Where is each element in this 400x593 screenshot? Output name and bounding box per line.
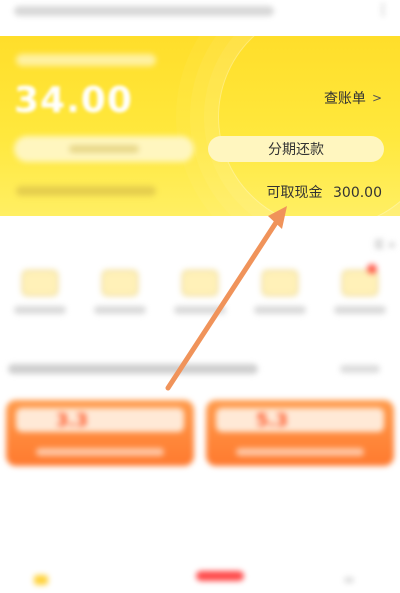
wallet-icon (22, 270, 58, 296)
view-bill-link[interactable]: 查账单 > (324, 88, 382, 108)
more-icon[interactable]: ⋮ (376, 2, 390, 18)
repay-button[interactable] (14, 136, 194, 162)
available-amount: 34.00 (14, 80, 133, 121)
service-label-placeholder (174, 306, 226, 314)
coupon-bar-2 (236, 448, 364, 456)
coupon-value-2: 5.3 (256, 410, 288, 431)
repay-button-label-placeholder (69, 145, 139, 153)
limit-info-placeholder (16, 186, 156, 196)
promo-text-placeholder (8, 364, 258, 374)
coupon-inner-1 (16, 408, 184, 432)
bottom-tab-bar (0, 563, 400, 593)
cash-available[interactable]: 可取现金 300.00 (267, 182, 382, 202)
service-item-4[interactable] (245, 270, 315, 314)
mine-tab-icon[interactable] (344, 577, 354, 583)
promo-more-placeholder[interactable] (340, 365, 380, 373)
coupon-bar-1 (36, 448, 164, 456)
gift-icon (262, 270, 298, 296)
installment-repay-button[interactable]: 分期还款 (208, 136, 384, 162)
top-status-strip: ⋮ (0, 0, 400, 36)
card-icon (102, 270, 138, 296)
notification-dot (367, 264, 377, 274)
home-tab-icon[interactable] (34, 575, 48, 585)
limit-label-placeholder (16, 54, 156, 66)
coupon-card-1[interactable]: 3.3 (6, 400, 194, 466)
cash-available-value: 300.00 (333, 185, 382, 201)
coupon-value-1: 3.3 (56, 410, 88, 431)
service-label-placeholder (254, 306, 306, 314)
cash-available-label: 可取现金 (266, 185, 323, 201)
service-item-2[interactable] (85, 270, 155, 314)
service-icon-row (0, 264, 400, 330)
service-item-3[interactable] (165, 270, 235, 314)
service-item-1[interactable] (5, 270, 75, 314)
coupon-card-2[interactable]: 5.3 (206, 400, 394, 466)
credit-card-panel: 34.00 查账单 > 分期还款 可取现金 300.00 (0, 36, 400, 216)
service-label-placeholder (94, 306, 146, 314)
bag-icon (182, 270, 218, 296)
center-tab-icon[interactable] (196, 571, 244, 581)
service-label-placeholder (334, 306, 386, 314)
coupon-inner-2 (216, 408, 384, 432)
top-title-placeholder (14, 6, 274, 16)
service-item-5[interactable] (325, 264, 395, 314)
view-bill-label: 查账单 (323, 91, 366, 107)
chevron-right-icon: > (371, 91, 382, 105)
service-label-placeholder (14, 306, 66, 314)
side-ad-mark: 区 × (374, 240, 396, 251)
